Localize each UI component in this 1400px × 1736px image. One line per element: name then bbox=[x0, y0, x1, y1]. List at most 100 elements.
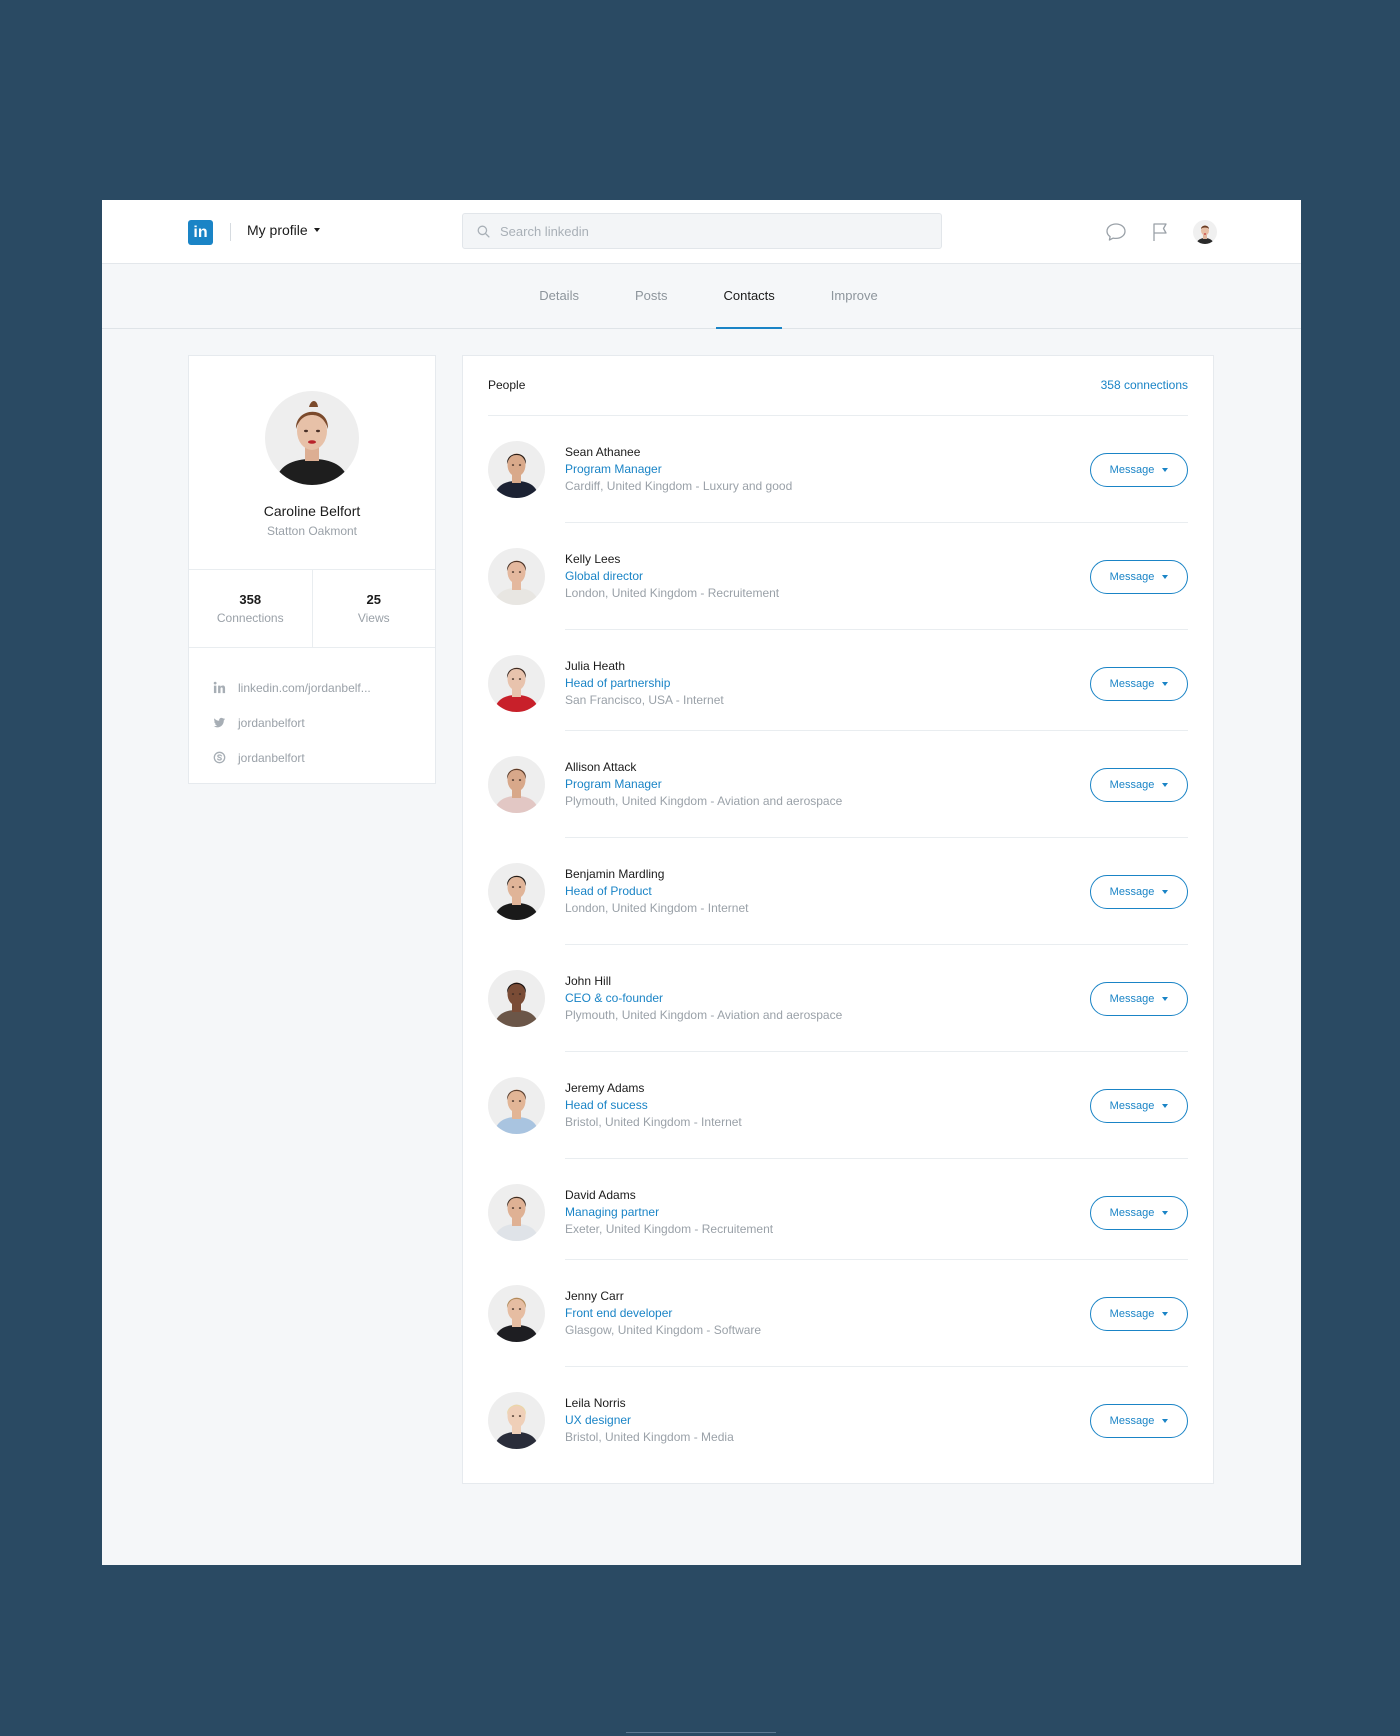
contact-name[interactable]: Allison Attack bbox=[565, 760, 636, 774]
contact-name[interactable]: John Hill bbox=[565, 974, 611, 988]
profile-name: Caroline Belfort bbox=[263, 503, 361, 519]
contact-name[interactable]: Jenny Carr bbox=[565, 1289, 624, 1303]
stat-connections[interactable]: 358 Connections bbox=[189, 570, 312, 647]
contact-row: Jeremy Adams Head of sucess Bristol, Unite… bbox=[488, 1052, 1188, 1159]
message-button-label: Message bbox=[1109, 1100, 1155, 1112]
contact-avatar[interactable] bbox=[488, 655, 545, 712]
stat-label: Views bbox=[357, 611, 390, 625]
chevron-down-icon bbox=[1162, 682, 1169, 686]
panel-title: People bbox=[488, 378, 526, 392]
contact-name[interactable]: Leila Norris bbox=[565, 1396, 626, 1410]
linkedin-icon bbox=[213, 681, 226, 694]
divider bbox=[230, 223, 231, 241]
contact-job-title[interactable]: Head of sucess bbox=[565, 1098, 648, 1112]
my-profile-menu[interactable]: My profile bbox=[247, 222, 320, 238]
contact-name[interactable]: Kelly Lees bbox=[565, 552, 620, 566]
contact-job-title[interactable]: Head of partnership bbox=[565, 676, 670, 690]
contact-location-industry: London, United Kingdom - Internet bbox=[565, 901, 749, 915]
contact-row: Kelly Lees Global director London, United … bbox=[488, 523, 1188, 630]
contact-job-title[interactable]: CEO & co-founder bbox=[565, 991, 663, 1005]
tab-details[interactable]: Details bbox=[532, 264, 586, 328]
social-links: linkedin.com/jordanbelf... jordanbelfort… bbox=[189, 648, 435, 775]
message-button[interactable]: Message bbox=[1090, 1196, 1188, 1230]
contact-job-title[interactable]: Global director bbox=[565, 569, 643, 583]
contact-avatar[interactable] bbox=[488, 863, 545, 920]
chevron-down-icon bbox=[1162, 1211, 1169, 1215]
contact-avatar[interactable] bbox=[488, 756, 545, 813]
skype-icon bbox=[213, 751, 226, 764]
chevron-down-icon bbox=[1162, 783, 1169, 787]
message-button[interactable]: Message bbox=[1090, 1404, 1188, 1438]
contact-name[interactable]: Sean Athanee bbox=[565, 445, 640, 459]
contact-job-title[interactable]: Front end developer bbox=[565, 1306, 672, 1320]
user-avatar[interactable] bbox=[1193, 220, 1217, 244]
contact-location-industry: Glasgow, United Kingdom - Software bbox=[565, 1323, 762, 1337]
contact-location-industry: Bristol, United Kingdom - Internet bbox=[565, 1115, 742, 1129]
message-button-label: Message bbox=[1109, 993, 1155, 1005]
stat-views[interactable]: 25 Views bbox=[311, 570, 436, 647]
message-button[interactable]: Message bbox=[1090, 453, 1188, 487]
message-button-label: Message bbox=[1109, 779, 1155, 791]
tab-posts[interactable]: Posts bbox=[628, 264, 675, 328]
contact-avatar[interactable] bbox=[488, 1184, 545, 1241]
flag-icon[interactable] bbox=[1148, 220, 1172, 244]
contact-job-title[interactable]: Managing partner bbox=[565, 1205, 659, 1219]
message-button[interactable]: Message bbox=[1090, 875, 1188, 909]
search-bar[interactable] bbox=[462, 213, 942, 249]
contact-location-industry: Plymouth, United Kingdom - Aviation and … bbox=[565, 1008, 843, 1022]
tab-contacts[interactable]: Contacts bbox=[716, 264, 783, 329]
contact-avatar[interactable] bbox=[488, 548, 545, 605]
contact-avatar[interactable] bbox=[488, 1077, 545, 1134]
scroll-indicator bbox=[626, 1732, 776, 1733]
chevron-down-icon bbox=[1162, 575, 1169, 579]
linkedin-link[interactable]: linkedin.com/jordanbelf... bbox=[189, 670, 435, 705]
contact-name[interactable]: Jeremy Adams bbox=[565, 1081, 644, 1095]
contact-location-industry: Bristol, United Kingdom - Media bbox=[565, 1430, 734, 1444]
stat-label: Connections bbox=[216, 611, 284, 625]
chevron-down-icon bbox=[1162, 1104, 1169, 1108]
profile-card: Caroline Belfort Statton Oakmont 358 Con… bbox=[188, 355, 436, 784]
message-button-label: Message bbox=[1109, 1415, 1155, 1427]
contact-row: John Hill CEO & co-founder Plymouth, Unite… bbox=[488, 945, 1188, 1052]
profile-stats: 358 Connections 25 Views bbox=[189, 570, 435, 648]
stat-value: 358 bbox=[239, 592, 262, 607]
chevron-down-icon bbox=[1162, 1312, 1169, 1316]
search-input[interactable] bbox=[500, 223, 920, 239]
contact-avatar[interactable] bbox=[488, 1392, 545, 1449]
contact-job-title[interactable]: Program Manager bbox=[565, 462, 662, 476]
tab-improve[interactable]: Improve bbox=[824, 264, 885, 328]
contact-avatar[interactable] bbox=[488, 441, 545, 498]
message-button[interactable]: Message bbox=[1090, 667, 1188, 701]
contact-row: Jenny Carr Front end developer Glasgow, Un… bbox=[488, 1260, 1188, 1367]
contact-job-title[interactable]: Head of Product bbox=[565, 884, 652, 898]
twitter-link[interactable]: jordanbelfort bbox=[189, 705, 435, 740]
message-button[interactable]: Message bbox=[1090, 982, 1188, 1016]
chevron-down-icon bbox=[1162, 997, 1169, 1001]
contact-name[interactable]: Benjamin Mardling bbox=[565, 867, 664, 881]
contact-job-title[interactable]: UX designer bbox=[565, 1413, 631, 1427]
contact-job-title[interactable]: Program Manager bbox=[565, 777, 662, 791]
contact-avatar[interactable] bbox=[488, 970, 545, 1027]
message-button-label: Message bbox=[1109, 1207, 1155, 1219]
message-button[interactable]: Message bbox=[1090, 1089, 1188, 1123]
top-navigation-bar: in My profile bbox=[102, 200, 1301, 264]
linkedin-logo[interactable]: in bbox=[188, 220, 213, 245]
contact-name[interactable]: David Adams bbox=[565, 1188, 636, 1202]
message-button[interactable]: Message bbox=[1090, 1297, 1188, 1331]
message-button[interactable]: Message bbox=[1090, 560, 1188, 594]
contact-avatar[interactable] bbox=[488, 1285, 545, 1342]
profile-company: Statton Oakmont bbox=[266, 524, 358, 538]
chevron-down-icon bbox=[1162, 890, 1169, 894]
contact-row: Allison Attack Program Manager Plymouth, U… bbox=[488, 731, 1188, 838]
chat-icon[interactable] bbox=[1104, 220, 1128, 244]
contact-name[interactable]: Julia Heath bbox=[565, 659, 625, 673]
message-button-label: Message bbox=[1109, 678, 1155, 690]
connections-count-link[interactable]: 358 connections bbox=[1101, 378, 1188, 392]
contact-row: Sean Athanee Program Manager Cardiff, Unit… bbox=[488, 416, 1188, 523]
contact-location-industry: London, United Kingdom - Recruitement bbox=[565, 586, 780, 600]
contact-row: Leila Norris UX designer Bristol, United K… bbox=[488, 1367, 1188, 1474]
message-button[interactable]: Message bbox=[1090, 768, 1188, 802]
message-button-label: Message bbox=[1109, 1308, 1155, 1320]
message-button-label: Message bbox=[1109, 886, 1155, 898]
skype-link[interactable]: jordanbelfort bbox=[189, 740, 435, 775]
